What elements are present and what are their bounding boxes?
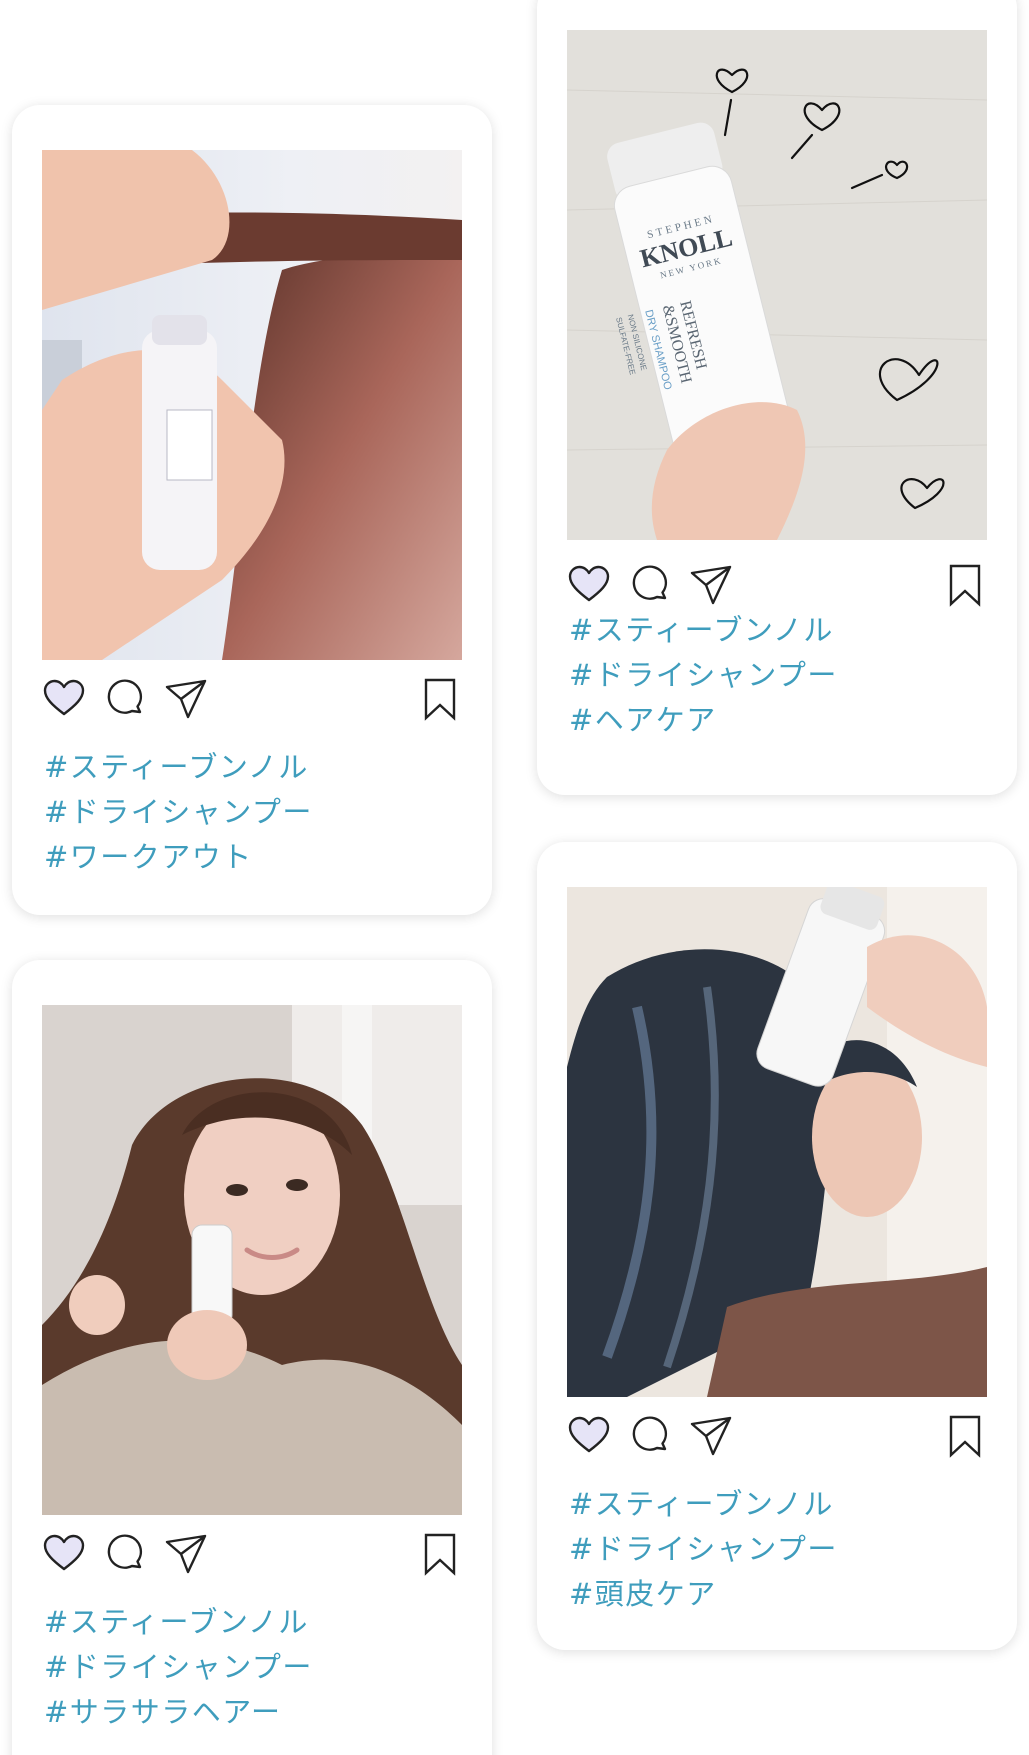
heart-icon[interactable] xyxy=(42,677,86,721)
hashtag-list: #スティーブンノル #ドライシャンプー #サラサラヘアー xyxy=(44,1600,313,1735)
bookmark-icon[interactable] xyxy=(418,1532,462,1576)
comment-icon[interactable] xyxy=(104,1532,148,1576)
hashtag-list: #スティーブンノル #ドライシャンプー #ヘアケア xyxy=(569,608,838,743)
hashtag[interactable]: #ドライシャンプー xyxy=(44,1645,313,1690)
hashtag[interactable]: #ヘアケア xyxy=(569,698,838,743)
post-card[interactable]: #スティーブンノル #ドライシャンプー #ワークアウト xyxy=(12,105,492,915)
hashtag-list: #スティーブンノル #ドライシャンプー #ワークアウト xyxy=(44,745,313,880)
send-icon[interactable] xyxy=(164,1532,208,1576)
heart-icon[interactable] xyxy=(567,563,611,607)
hashtag[interactable]: #スティーブンノル xyxy=(44,745,313,790)
post-photo[interactable] xyxy=(567,887,987,1397)
post-photo[interactable] xyxy=(42,150,462,660)
post-actions xyxy=(567,1414,987,1458)
bookmark-icon[interactable] xyxy=(943,563,987,607)
hashtag[interactable]: #ドライシャンプー xyxy=(569,653,838,698)
comment-icon[interactable] xyxy=(104,677,148,721)
post-card[interactable]: #スティーブンノル #ドライシャンプー #頭皮ケア xyxy=(537,842,1017,1650)
hashtag[interactable]: #スティーブンノル xyxy=(569,1482,838,1527)
post-card[interactable]: STEPHEN KNOLL NEW YORK REFRESH &SMOOTH D… xyxy=(537,0,1017,795)
post-photo[interactable]: STEPHEN KNOLL NEW YORK REFRESH &SMOOTH D… xyxy=(567,30,987,540)
post-card[interactable]: #スティーブンノル #ドライシャンプー #サラサラヘアー xyxy=(12,960,492,1755)
post-photo[interactable] xyxy=(42,1005,462,1515)
bookmark-icon[interactable] xyxy=(943,1414,987,1458)
send-icon[interactable] xyxy=(689,1414,733,1458)
hashtag[interactable]: #ドライシャンプー xyxy=(569,1527,838,1572)
hashtag[interactable]: #スティーブンノル xyxy=(44,1600,313,1645)
comment-icon[interactable] xyxy=(629,1414,673,1458)
post-grid: #スティーブンノル #ドライシャンプー #ワークアウト STEPHEN KNOL… xyxy=(0,0,1029,1755)
hashtag[interactable]: #サラサラヘアー xyxy=(44,1690,313,1735)
post-actions xyxy=(42,1532,462,1576)
hashtag-list: #スティーブンノル #ドライシャンプー #頭皮ケア xyxy=(569,1482,838,1617)
post-actions xyxy=(567,563,987,607)
hashtag[interactable]: #スティーブンノル xyxy=(569,608,838,653)
hashtag[interactable]: #頭皮ケア xyxy=(569,1572,838,1617)
hashtag[interactable]: #ドライシャンプー xyxy=(44,790,313,835)
comment-icon[interactable] xyxy=(629,563,673,607)
bookmark-icon[interactable] xyxy=(418,677,462,721)
heart-icon[interactable] xyxy=(567,1414,611,1458)
post-actions xyxy=(42,677,462,721)
heart-icon[interactable] xyxy=(42,1532,86,1576)
send-icon[interactable] xyxy=(689,563,733,607)
hashtag[interactable]: #ワークアウト xyxy=(44,835,313,880)
send-icon[interactable] xyxy=(164,677,208,721)
